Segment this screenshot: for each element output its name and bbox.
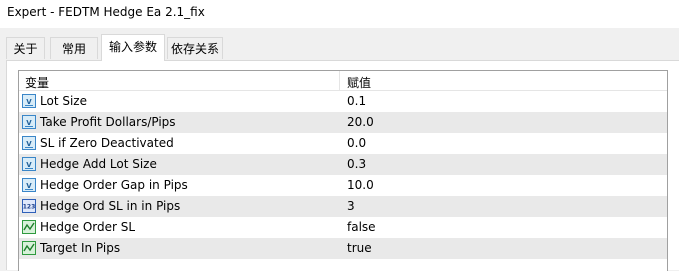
parameters-grid: 变量 赋值 V Lot Size 0.1 V Take Profit Dollars/P…	[18, 70, 668, 271]
parameter-value[interactable]: 3	[347, 199, 355, 213]
tab-dependencies[interactable]: 依存关系	[167, 37, 223, 59]
parameter-name: Take Profit Dollars/Pips	[40, 115, 176, 129]
parameter-row[interactable]: Hedge Order SL false	[19, 217, 667, 238]
double-value-icon: V	[22, 178, 36, 192]
double-value-icon: V	[22, 94, 36, 108]
boolean-value-icon	[22, 220, 36, 234]
svg-text:V: V	[26, 140, 32, 148]
parameter-name: Hedge Order SL	[40, 220, 136, 234]
window-title: Expert - FEDTM Hedge Ea 2.1_fix	[7, 5, 205, 19]
column-header-value[interactable]: 赋值	[347, 74, 371, 91]
double-value-icon: V	[22, 136, 36, 150]
parameter-name: Hedge Add Lot Size	[40, 157, 157, 171]
parameter-value[interactable]: 10.0	[347, 178, 374, 192]
parameter-name: Hedge Ord SL in in Pips	[40, 199, 181, 213]
tab-about[interactable]: 关于	[6, 37, 45, 59]
parameter-value[interactable]: false	[347, 220, 376, 234]
parameter-value[interactable]: 0.3	[347, 157, 366, 171]
integer-value-icon: 123	[22, 199, 36, 213]
tab-panel: 变量 赋值 V Lot Size 0.1 V Take Profit Dollars/P…	[6, 60, 679, 271]
double-value-icon: V	[22, 157, 36, 171]
title-bar: Expert - FEDTM Hedge Ea 2.1_fix	[0, 0, 679, 28]
parameter-value[interactable]: true	[347, 241, 372, 255]
svg-text:V: V	[26, 182, 32, 190]
parameter-name: Lot Size	[40, 94, 87, 108]
parameter-name: Hedge Order Gap in Pips	[40, 178, 188, 192]
boolean-value-icon	[22, 241, 36, 255]
svg-text:V: V	[26, 119, 32, 127]
tab-common[interactable]: 常用	[50, 37, 98, 59]
parameter-row[interactable]: V SL if Zero Deactivated 0.0	[19, 133, 667, 154]
double-value-icon: V	[22, 115, 36, 129]
tab-input-parameters[interactable]: 输入参数	[101, 34, 165, 61]
parameter-value[interactable]: 20.0	[347, 115, 374, 129]
column-header-variable[interactable]: 变量	[25, 74, 49, 91]
column-divider[interactable]	[339, 71, 340, 90]
parameter-name: Target In Pips	[40, 241, 121, 255]
svg-text:123: 123	[23, 204, 36, 211]
parameter-value[interactable]: 0.0	[347, 136, 366, 150]
svg-text:V: V	[26, 98, 32, 106]
parameter-row[interactable]: 123 Hedge Ord SL in in Pips 3	[19, 196, 667, 217]
parameter-value[interactable]: 0.1	[347, 94, 366, 108]
parameter-row[interactable]: Target In Pips true	[19, 238, 667, 259]
parameter-name: SL if Zero Deactivated	[40, 136, 174, 150]
grid-header: 变量 赋值	[19, 71, 667, 91]
svg-text:V: V	[26, 161, 32, 169]
parameter-row[interactable]: V Hedge Add Lot Size 0.3	[19, 154, 667, 175]
tab-strip: 关于 常用 输入参数 依存关系	[0, 28, 679, 61]
parameter-row[interactable]: V Hedge Order Gap in Pips 10.0	[19, 175, 667, 196]
parameter-row[interactable]: V Take Profit Dollars/Pips 20.0	[19, 112, 667, 133]
parameter-row[interactable]: V Lot Size 0.1	[19, 91, 667, 112]
